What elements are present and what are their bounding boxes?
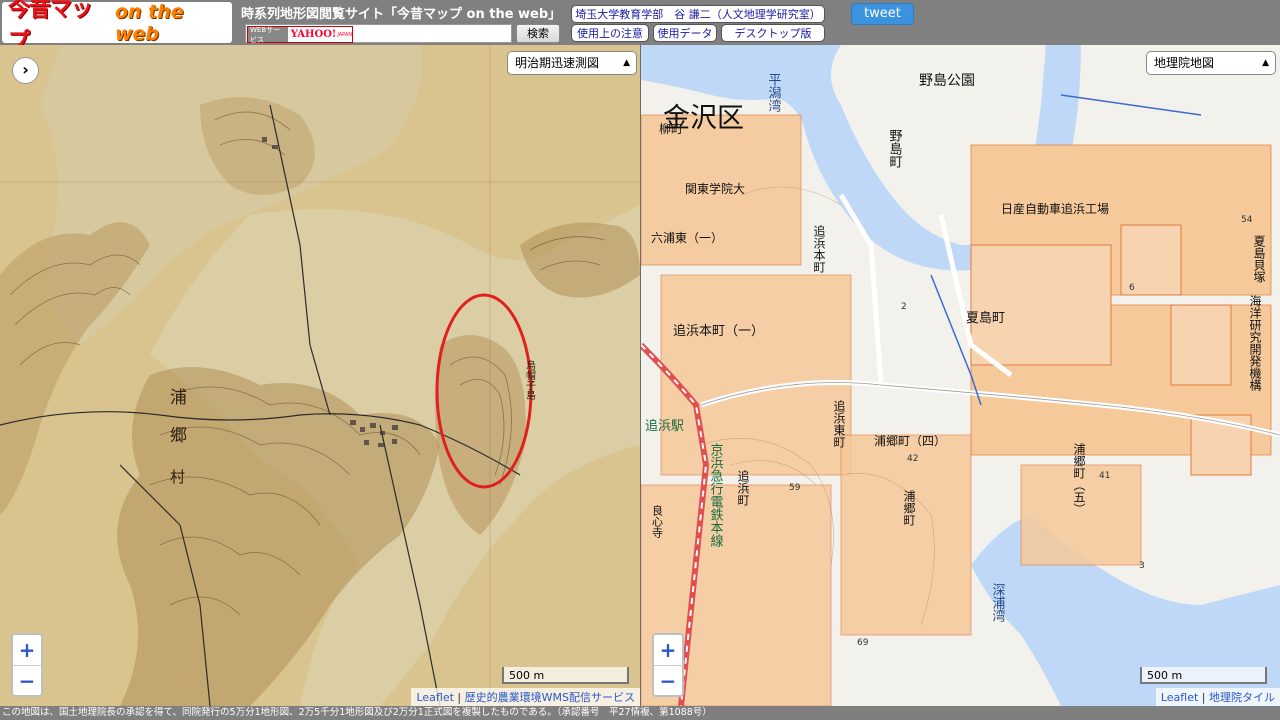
- height-label: 42: [907, 454, 918, 464]
- label-yanagi-cho: 柳町: [659, 122, 683, 136]
- label-oppama-cho: 追浜町: [736, 469, 750, 506]
- zoom-out-button[interactable]: −: [13, 666, 41, 696]
- height-label: 6: [1129, 283, 1135, 293]
- left-attribution: Leaflet | 歴史的農業環境WMS配信サービス: [411, 688, 640, 706]
- chevron-right-icon[interactable]: ›: [12, 57, 39, 84]
- data-button[interactable]: 使用データ: [653, 24, 717, 42]
- label-natsushima: 夏島町: [966, 311, 1005, 326]
- right-scale-bar: 500 m: [1140, 667, 1267, 684]
- map-label-ura: 浦: [170, 388, 187, 408]
- left-scale-bar: 500 m: [502, 667, 629, 684]
- label-nojima-cho: 野島町: [887, 129, 903, 168]
- yahoo-search-badge: WEBサービス YAHOO! JAPAN: [247, 26, 353, 44]
- height-label: 3: [1139, 561, 1145, 571]
- label-oppama-honcho-1: 追浜本町（一）: [673, 323, 764, 339]
- label-kaiyo: 海洋研究開発機構: [1248, 294, 1262, 391]
- leaflet-link[interactable]: Leaflet: [1161, 691, 1198, 704]
- zoom-in-button[interactable]: +: [13, 635, 41, 666]
- height-label: 59: [789, 483, 801, 493]
- desktop-version-button[interactable]: デスクトップ版: [721, 24, 825, 42]
- copyright-footer: この地図は、国土地理院長の承認を得て、同院発行の5万分1地形図、2万5千分1地形…: [0, 706, 1280, 720]
- label-nissan: 日産自動車追浜工場: [1001, 201, 1109, 216]
- label-oppama-honcho: 追浜本町: [812, 224, 826, 273]
- height-label: 69: [857, 638, 869, 648]
- left-zoom-control: + −: [11, 633, 43, 697]
- source-link[interactable]: 地理院タイル: [1209, 691, 1275, 704]
- logo-en: on the web: [114, 0, 184, 45]
- tweet-button[interactable]: tweet: [851, 3, 914, 25]
- caution-button[interactable]: 使用上の注意: [571, 24, 649, 42]
- gsi-map: 金沢区 野島公園 野島町 平潟湾 柳町 関東学院大 六浦東（一） 追浜本町 追浜…: [641, 45, 1280, 706]
- site-logo[interactable]: 今昔マップ on the web: [2, 0, 232, 54]
- label-keikyu: 京浜急行電鉄本線: [708, 443, 724, 547]
- label-nojima-park: 野島公園: [919, 73, 975, 89]
- map-label-mura: 村: [170, 468, 185, 486]
- site-title: 時系列地形図閲覧サイト「今昔マップ on the web」: [241, 7, 562, 22]
- label-natsushima-kaizuka: 夏島貝塚: [1252, 235, 1266, 283]
- source-link[interactable]: 歴史的農業環境WMS配信サービス: [465, 691, 635, 704]
- right-map-pane[interactable]: 金沢区 野島公園 野島町 平潟湾 柳町 関東学院大 六浦東（一） 追浜本町 追浜…: [641, 45, 1280, 706]
- left-map-pane[interactable]: 浦 郷 村 烏帽子島 北 › 明治期迅速測図 ▲ + − 500 m Leafl…: [0, 45, 640, 706]
- label-oppama-higashi: 追浜東町: [832, 399, 846, 448]
- select-caret-icon: ▲: [623, 58, 630, 68]
- label-uragocho: 浦郷町: [902, 490, 916, 526]
- left-layer-select[interactable]: 明治期迅速測図 ▲: [507, 51, 637, 75]
- label-kanto-gakuin: 関東学院大: [685, 181, 745, 196]
- map-label-go: 郷: [170, 426, 187, 446]
- leaflet-link[interactable]: Leaflet: [416, 691, 453, 704]
- right-attribution: Leaflet | 地理院タイル: [1155, 688, 1280, 706]
- zoom-in-button[interactable]: +: [654, 635, 682, 666]
- label-ryoshinji: 良心寺: [651, 504, 664, 538]
- height-label: 41: [1099, 471, 1110, 481]
- label-hirakata-wan: 平潟湾: [766, 73, 782, 112]
- search-input[interactable]: WEBサービス YAHOO! JAPAN: [245, 24, 512, 44]
- label-fukaura-wan: 深浦湾: [990, 583, 1006, 622]
- label-oppama-eki: 追浜駅: [645, 418, 684, 434]
- zoom-out-button[interactable]: −: [654, 666, 682, 696]
- search-button[interactable]: 検索: [516, 24, 560, 43]
- height-label: 54: [1241, 215, 1253, 225]
- select-caret-icon: ▲: [1262, 58, 1269, 68]
- old-topographic-map: 浦 郷 村 烏帽子島 北: [0, 45, 640, 706]
- credit-link[interactable]: 埼玉大学教育学部 谷 謙二（人文地理学研究室）: [571, 5, 825, 23]
- label-mutsuura-higashi: 六浦東（一）: [651, 231, 723, 245]
- label-uragocho-5: 浦郷町（五）: [1072, 443, 1086, 515]
- label-uragocho-4: 浦郷町（四）: [874, 434, 946, 448]
- map-label-boshijima: 烏帽子島: [524, 359, 536, 401]
- right-zoom-control: + −: [652, 633, 684, 697]
- app-header: 今昔マップ on the web 時系列地形図閲覧サイト「今昔マップ on th…: [0, 0, 1280, 54]
- height-label: 2: [901, 302, 907, 312]
- right-layer-select[interactable]: 地理院地図 ▲: [1146, 51, 1276, 75]
